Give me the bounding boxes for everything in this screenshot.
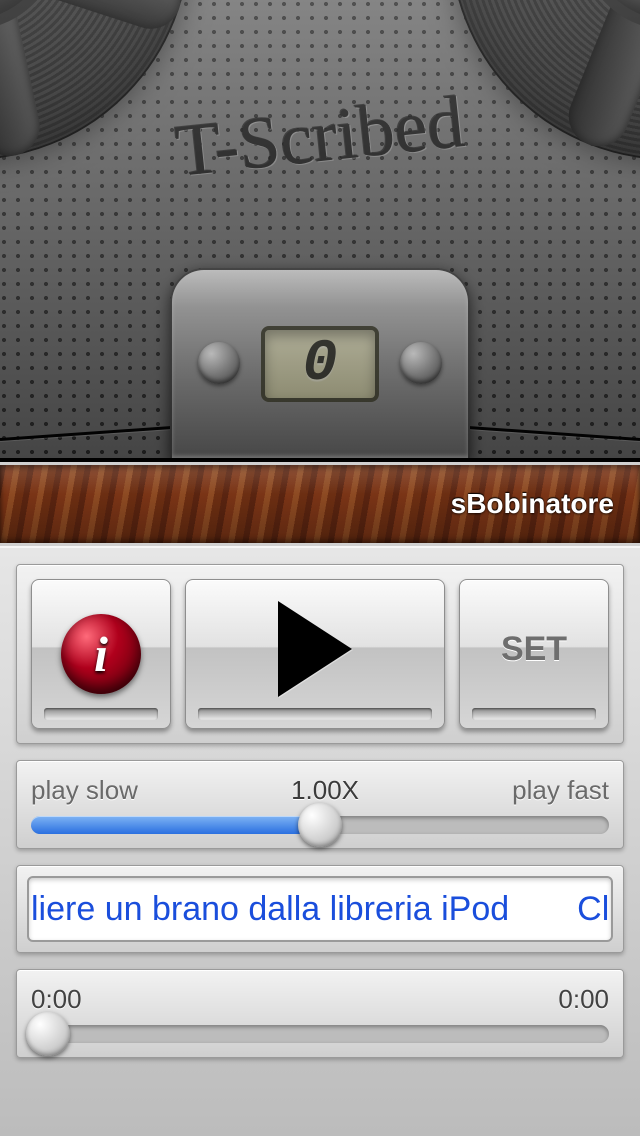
- playback-slider-thumb[interactable]: [26, 1012, 70, 1056]
- playback-slider[interactable]: [31, 1025, 609, 1043]
- screw-icon: [400, 342, 442, 384]
- tape-line-left: [0, 426, 176, 441]
- time-current-label: 0:00: [31, 984, 82, 1015]
- tape-line-right: [464, 426, 640, 441]
- reel-left: [0, 0, 190, 160]
- tape-deck: T-Scribed 0: [0, 0, 640, 462]
- play-button[interactable]: [185, 579, 445, 729]
- info-icon: i: [61, 614, 141, 694]
- speed-section: play slow 1.00X play fast: [16, 760, 624, 849]
- set-button-label: SET: [501, 630, 567, 669]
- info-button[interactable]: i: [31, 579, 171, 729]
- brand-script-logo: T-Scribed: [172, 80, 468, 195]
- speed-slider[interactable]: [31, 816, 609, 834]
- app-name-label: sBobinatore: [451, 488, 614, 520]
- screw-icon: [198, 342, 240, 384]
- main-button-row: i SET: [16, 564, 624, 744]
- play-icon: [278, 601, 352, 697]
- track-marquee-section: liere un brano dalla libreria iPod Clic: [16, 865, 624, 953]
- control-panel: i SET play slow 1.00X play fast liere un…: [0, 546, 640, 1136]
- wood-trim: sBobinatore: [0, 462, 640, 546]
- set-button[interactable]: SET: [459, 579, 609, 729]
- play-slow-label: play slow: [31, 775, 138, 806]
- play-fast-label: play fast: [512, 775, 609, 806]
- counter-housing: 0: [170, 268, 470, 458]
- speed-value-label: 1.00X: [291, 775, 359, 806]
- speed-slider-thumb[interactable]: [298, 803, 342, 847]
- time-total-label: 0:00: [558, 984, 609, 1015]
- time-section: 0:00 0:00: [16, 969, 624, 1058]
- reel-right: [450, 0, 640, 160]
- track-select-marquee[interactable]: liere un brano dalla libreria iPod Clic: [27, 876, 613, 942]
- tape-counter-display: 0: [261, 326, 379, 402]
